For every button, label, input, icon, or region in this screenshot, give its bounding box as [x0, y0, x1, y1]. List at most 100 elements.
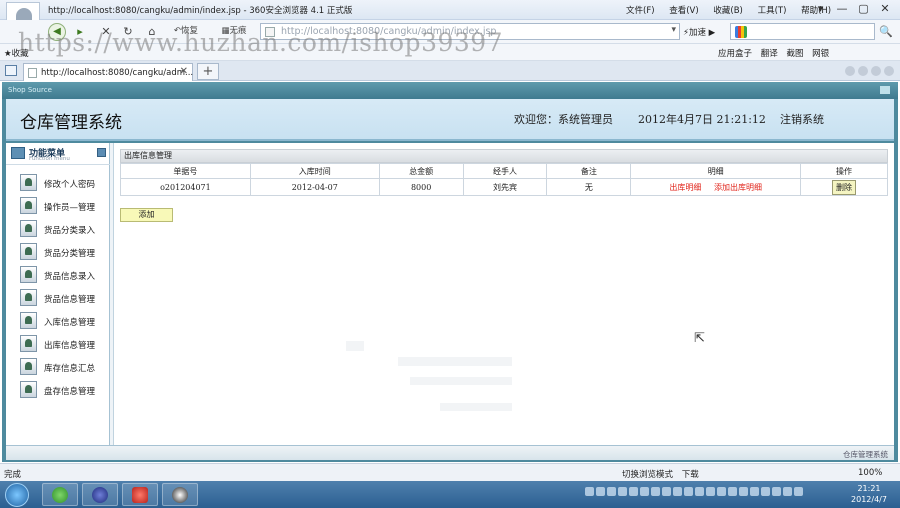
person-icon: [20, 335, 37, 352]
sidebar-item-category-entry[interactable]: 货品分类录入: [20, 220, 108, 238]
switch-mode-button[interactable]: 切换浏览模式: [622, 470, 673, 480]
tab-close-icon[interactable]: ✕: [180, 66, 188, 77]
tab-admin-index[interactable]: http://localhost:8080/cangku/adm... ✕: [23, 63, 193, 81]
delete-button[interactable]: 删除: [832, 179, 857, 195]
back-button[interactable]: ◀: [48, 23, 66, 41]
refresh-button[interactable]: ↻: [120, 23, 136, 40]
address-bar[interactable]: http://localhost:8080/cangku/admin/index…: [260, 23, 680, 40]
sidebar-toggle-icon[interactable]: [5, 65, 17, 76]
download-button[interactable]: 下载: [682, 470, 699, 480]
sidebar-item-goods-management[interactable]: 货品信息管理: [20, 289, 108, 307]
minimize-button[interactable]: —: [833, 2, 851, 15]
sidebar-item-inventory-summary[interactable]: 库存信息汇总: [20, 358, 108, 376]
favorites-button[interactable]: ★收藏: [4, 47, 29, 59]
skin-icon[interactable]: ▾: [812, 2, 830, 15]
sidebar-item-category-management[interactable]: 货品分类管理: [20, 243, 108, 261]
taskbar-app[interactable]: [122, 483, 158, 506]
tray-icon[interactable]: [662, 487, 671, 496]
tray-icon[interactable]: [728, 487, 737, 496]
tray-icon[interactable]: [629, 487, 638, 496]
tray-icon[interactable]: [750, 487, 759, 496]
tab-tool-icon[interactable]: [858, 66, 868, 76]
tab-tool-icon[interactable]: [871, 66, 881, 76]
tray-icon[interactable]: [640, 487, 649, 496]
menu-favorites[interactable]: 收藏(B): [713, 6, 742, 16]
menu-view[interactable]: 查看(V): [669, 6, 698, 16]
tray-icon[interactable]: [695, 487, 704, 496]
sidebar-item-inbound-management[interactable]: 入库信息管理: [20, 312, 108, 330]
stop-button[interactable]: ✕: [98, 23, 114, 40]
outbound-detail-link[interactable]: 出库明细: [669, 183, 701, 192]
address-input[interactable]: http://localhost:8080/cangku/admin/index…: [281, 26, 496, 37]
tray-icon[interactable]: [717, 487, 726, 496]
search-engine-icon[interactable]: [735, 26, 747, 38]
tray-icon[interactable]: [684, 487, 693, 496]
cell-detail: 出库明细 添加出库明细: [630, 178, 802, 196]
sidebar-item-outbound-management[interactable]: 出库信息管理: [20, 335, 108, 353]
frame-control-icon[interactable]: [880, 86, 890, 94]
function-menu-header: 功能菜单 Function menu: [6, 143, 110, 165]
tray-icon[interactable]: [673, 487, 682, 496]
tray-icon[interactable]: [772, 487, 781, 496]
sidebar-item-change-password[interactable]: 修改个人密码: [20, 174, 108, 192]
maximize-button[interactable]: ▢: [855, 2, 873, 15]
column-header: 备注: [546, 163, 632, 179]
tray-icon[interactable]: [739, 487, 748, 496]
tab-tool-icon[interactable]: [845, 66, 855, 76]
tray-icon[interactable]: [706, 487, 715, 496]
taskbar-clock[interactable]: 21:21 2012/4/7: [844, 483, 894, 505]
restore-button[interactable]: ↶恢复: [166, 23, 206, 40]
calendar-icon: [11, 147, 25, 159]
tray-icon[interactable]: [618, 487, 627, 496]
person-icon: [20, 197, 37, 214]
tab-tools: [842, 66, 894, 79]
sidebar-item-label: 盘存信息管理: [44, 387, 96, 397]
tray-icon[interactable]: [596, 487, 605, 496]
add-button[interactable]: 添加: [120, 208, 173, 222]
taskbar-browser[interactable]: [42, 483, 78, 506]
accelerate-button[interactable]: ⚡加速 ▶: [683, 26, 715, 38]
search-icon[interactable]: 🔍: [877, 24, 895, 39]
private-mode-button[interactable]: ▦无痕: [214, 23, 254, 40]
status-tools: 切换浏览模式 下载: [622, 468, 705, 480]
function-menu-subtitle: Function menu: [29, 156, 70, 162]
search-input[interactable]: [730, 23, 875, 40]
app-icon: [132, 487, 148, 503]
taskbar-qq[interactable]: [162, 483, 198, 506]
zoom-level[interactable]: 100%: [858, 468, 882, 478]
window-title: http://localhost:8080/cangku/admin/index…: [48, 6, 353, 16]
tray-icon[interactable]: [607, 487, 616, 496]
tray-icon[interactable]: [651, 487, 660, 496]
close-button[interactable]: ✕: [876, 2, 894, 15]
tray-icon[interactable]: [783, 487, 792, 496]
add-outbound-detail-link[interactable]: 添加出库明细: [714, 183, 762, 192]
tab-bar: http://localhost:8080/cangku/adm... ✕ +: [0, 61, 900, 81]
tray-icon[interactable]: [794, 487, 803, 496]
background-artifact: [410, 377, 512, 385]
sidebar-item-stocktake-management[interactable]: 盘存信息管理: [20, 381, 108, 399]
footer-text: 仓库管理系统: [843, 450, 888, 459]
app-box-button[interactable]: 应用盒子: [718, 49, 752, 59]
menu-tools[interactable]: 工具(T): [758, 6, 787, 16]
tray-icon[interactable]: [585, 487, 594, 496]
tray-icon[interactable]: [761, 487, 770, 496]
address-dropdown-icon[interactable]: ▾: [671, 25, 676, 35]
collapse-icon[interactable]: [97, 148, 106, 157]
taskbar-eclipse[interactable]: [82, 483, 118, 506]
sidebar-item-goods-entry[interactable]: 货品信息录入: [20, 266, 108, 284]
forward-button[interactable]: ▸: [72, 23, 88, 40]
logout-link[interactable]: 注销系统: [780, 111, 824, 127]
cell-id: o201204071: [120, 178, 251, 196]
home-button[interactable]: ⌂: [144, 23, 160, 40]
tab-tool-icon[interactable]: [884, 66, 894, 76]
translate-button[interactable]: 翻译: [761, 49, 778, 59]
menu-file[interactable]: 文件(F): [626, 6, 655, 16]
function-menu: 功能菜单 Function menu 修改个人密码 操作员—管理 货品分类录入 …: [6, 143, 110, 445]
start-button[interactable]: [5, 483, 29, 507]
online-bank-button[interactable]: 网银: [812, 49, 829, 59]
sidebar-item-operator-management[interactable]: 操作员—管理: [20, 197, 108, 215]
screenshot-button[interactable]: 截图: [786, 49, 803, 59]
outbound-panel: 出库信息管理 单据号 入库时间 总金额 经手人 备注 明细 操作 o201204…: [120, 149, 888, 201]
browser-title-bar: http://localhost:8080/cangku/admin/index…: [0, 0, 900, 36]
new-tab-button[interactable]: +: [197, 63, 219, 80]
